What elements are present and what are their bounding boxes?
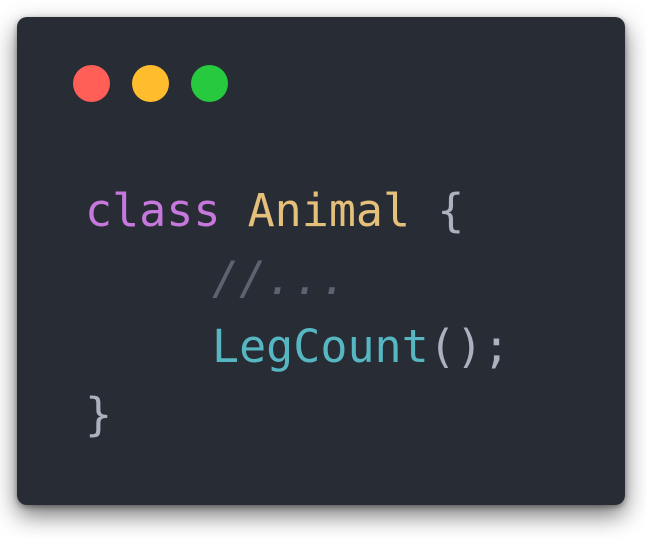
open-brace: { (437, 184, 465, 237)
method-name: LegCount (212, 320, 429, 373)
class-name: Animal (247, 184, 411, 237)
minimize-dot-icon[interactable] (132, 65, 169, 102)
code-line-4: } (85, 381, 510, 449)
code-block: class Animal { //... LegCount();} (85, 177, 510, 449)
code-comment: //... (212, 252, 348, 305)
window-controls (73, 65, 228, 102)
code-line-1: class Animal { (85, 177, 510, 245)
close-dot-icon[interactable] (73, 65, 110, 102)
method-call-punctuation: (); (428, 320, 511, 373)
zoom-dot-icon[interactable] (191, 65, 228, 102)
code-line-2: //... (85, 245, 510, 313)
close-brace: } (85, 388, 113, 441)
code-window: class Animal { //... LegCount();} (17, 17, 625, 505)
keyword-class: class (85, 184, 221, 237)
code-line-3: LegCount(); (85, 313, 510, 381)
